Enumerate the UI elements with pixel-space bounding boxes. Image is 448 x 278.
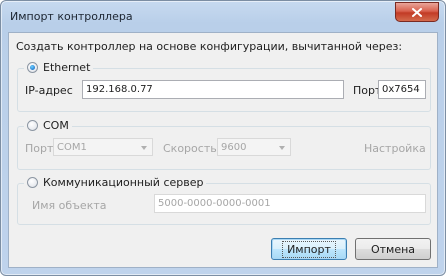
comm-server-option[interactable]: Коммуникационный сервер (24, 176, 207, 189)
speed-value: 9600 (221, 142, 247, 153)
close-button[interactable] (395, 2, 439, 22)
dialog-body: Создать контроллер на основе конфигураци… (8, 32, 438, 268)
close-icon (412, 7, 422, 17)
import-controller-dialog: Импорт контроллера Создать контроллер на… (0, 0, 446, 276)
title-bar[interactable]: Импорт контроллера (1, 1, 445, 31)
com-port-label: Порт (25, 142, 54, 155)
window-title: Импорт контроллера (10, 10, 133, 23)
chevron-down-icon (141, 146, 147, 150)
com-group: COM Порт COM1 Скорость 9600 Настройка (17, 119, 431, 170)
speed-select[interactable]: 9600 (217, 138, 291, 156)
ethernet-radio[interactable] (27, 62, 38, 73)
object-name-input[interactable]: 5000-0000-0000-0001 (154, 194, 426, 213)
comm-server-label: Коммуникационный сервер (43, 176, 204, 189)
object-name-label: Имя объекта (32, 199, 107, 212)
ethernet-group: Ethernet IP-адрес 192.168.0.77 Порт 0x76… (17, 61, 431, 112)
instruction-text: Создать контроллер на основе конфигураци… (16, 40, 403, 53)
com-settings-button[interactable]: Настройка (364, 142, 426, 155)
comm-server-radio[interactable] (27, 177, 38, 188)
chevron-down-icon (279, 146, 285, 150)
ip-address-label: IP-адрес (25, 84, 73, 97)
ethernet-option[interactable]: Ethernet (24, 61, 94, 74)
comm-server-group: Коммуникационный сервер Имя объекта 5000… (17, 176, 431, 225)
com-port-select[interactable]: COM1 (53, 138, 153, 156)
speed-label: Скорость (163, 142, 217, 155)
com-label: COM (43, 119, 69, 132)
import-button[interactable]: Импорт (271, 238, 347, 260)
cancel-button-label: Отмена (370, 242, 416, 256)
ethernet-label: Ethernet (43, 61, 91, 74)
com-option[interactable]: COM (24, 119, 72, 132)
cancel-button[interactable]: Отмена (355, 238, 431, 260)
ip-address-input[interactable]: 192.168.0.77 (82, 80, 344, 99)
import-button-label: Импорт (282, 240, 336, 258)
com-radio[interactable] (27, 120, 38, 131)
com-port-value: COM1 (57, 142, 87, 153)
ethernet-port-input[interactable]: 0x7654 (378, 80, 426, 99)
